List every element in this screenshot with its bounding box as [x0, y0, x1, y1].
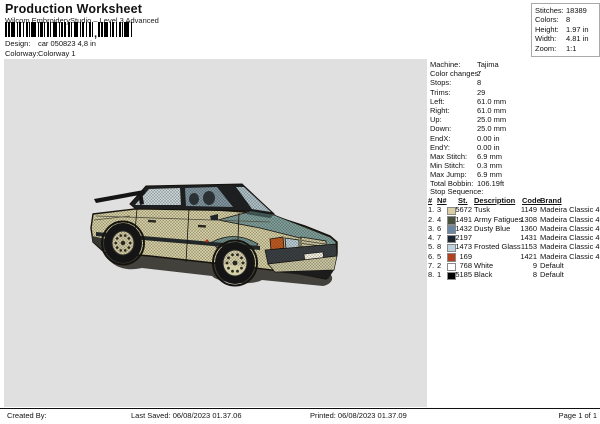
machine-row: EndX: 0.00 in: [430, 133, 500, 143]
design-value: car 050823 4,8 in: [38, 39, 96, 48]
production-worksheet-page: Production Worksheet Wilcom EmbroiderySt…: [0, 0, 600, 424]
stop-row: 3. 6 1432 Dusty Blue 1360 Madeira Classic 4…: [428, 223, 600, 234]
summary-row-width: Width: 4.81 in: [535, 34, 589, 44]
stop-sequence-title: Stop Sequence:: [430, 187, 484, 196]
summary-row-colors: Colors: 8: [535, 15, 571, 25]
barcode-bars-right: [98, 22, 133, 37]
machine-row: Max Jump: 6.9 mm: [430, 170, 503, 180]
footer-page-number: Page 1 of 1: [558, 411, 597, 420]
summary-row-height: Height: 1.97 in: [535, 24, 589, 34]
footer-divider: [0, 408, 600, 409]
machine-row: Up: 25.0 mm: [430, 115, 507, 125]
machine-row: Color changes:7: [430, 69, 482, 79]
colorway-row: Colorway:Colorway 1: [5, 49, 76, 58]
machine-row: EndY: 0.00 in: [430, 142, 500, 152]
design-preview-area: [4, 59, 427, 407]
stop-row: 6. 5 169 1421 Madeira Classic 40: [428, 251, 600, 262]
colorway-value: Colorway 1: [38, 49, 76, 58]
barcode-bars-left: [5, 22, 93, 37]
summary-row-zoom: Zoom: 1:1: [535, 43, 577, 53]
summary-row-stitches: Stitches: 18389: [535, 6, 587, 15]
stop-row: 4. 7 2197 1431 Madeira Classic 40: [428, 233, 600, 244]
stop-sequence-table: # N# St. Description Code Brand 1. 3 5672…: [428, 196, 600, 281]
stop-row: 7. 2 768 White 9 Default: [428, 261, 564, 272]
machine-row: Stops: 8: [430, 78, 482, 88]
machine-row: Machine: Tajima: [430, 60, 499, 69]
stop-row: 5. 8 1473 Frosted Glass 1153 Madeira Classi…: [428, 242, 600, 253]
design-row: Design: car 050823 4,8 in: [5, 39, 96, 48]
machine-row: Left: 61.0 mm: [430, 96, 507, 106]
stop-row: 8. 1 5185 Black 8 Default: [428, 270, 564, 281]
stop-row: 2. 4 1491 Army Fatigues 1308 Madeira Classi…: [428, 214, 600, 225]
page-title: Production Worksheet: [5, 2, 143, 16]
stop-sequence-header: # N# St. Description Code Brand: [428, 196, 562, 205]
design-barcode: ,: [5, 22, 133, 40]
footer-created-by: Created By:: [7, 411, 47, 420]
machine-row: Trims: 29: [430, 87, 486, 97]
car-embroidery-design: [90, 183, 338, 287]
footer-printed: Printed: 06/08/2023 01.37.09: [310, 411, 407, 420]
machine-info-panel: Machine: Tajima Color changes:7 Stops: 8 T…: [430, 60, 550, 189]
machine-row: Down: 25.0 mm: [430, 124, 507, 134]
footer-last-saved: Last Saved: 06/08/2023 01.37.06: [131, 411, 242, 420]
design-label: Design:: [5, 39, 31, 48]
colorway-label: Colorway:: [5, 49, 39, 58]
design-summary-box: Stitches: 18389 Colors: 8 Height: 1.97 in W…: [531, 3, 600, 57]
stop-row: 1. 3 5672 Tusk 1149 Madeira Classic 40: [428, 205, 600, 216]
machine-row: Max Stitch: 6.9 mm: [430, 151, 503, 161]
machine-row: Min Stitch: 0.3 mm: [430, 161, 503, 171]
machine-row: Right: 61.0 mm: [430, 105, 507, 115]
